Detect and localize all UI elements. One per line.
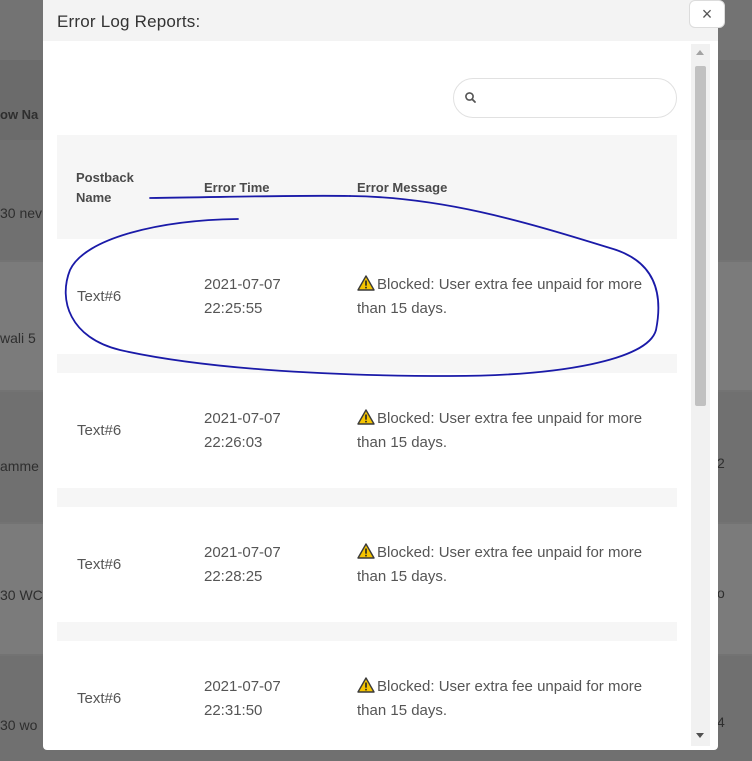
error-clock-time: 22:26:03 (204, 434, 263, 451)
error-message-text: Blocked: User extra fee unpaid for more … (357, 678, 643, 719)
column-header-error-message[interactable]: Error Message (357, 178, 447, 198)
warning-icon (357, 409, 375, 425)
error-log-modal: Error Log Reports: Postback Name Error T… (43, 0, 718, 750)
error-date: 2021-07-07 (204, 276, 281, 293)
table-row[interactable]: Text#6 2021-07-07 22:28:25 Blocked: User… (57, 507, 677, 622)
postback-name-cell: Text#6 (77, 556, 122, 573)
search-input[interactable] (486, 87, 670, 111)
table-header: Postback Name Error Time Error Message (57, 135, 677, 238)
bg-cell-label: amme (0, 458, 39, 474)
scroll-up-arrow-icon[interactable] (696, 50, 704, 55)
scroll-down-arrow-icon[interactable] (696, 733, 704, 738)
error-clock-time: 22:31:50 (204, 702, 263, 719)
error-message-text: Blocked: User extra fee unpaid for more … (357, 276, 643, 317)
error-date: 2021-07-07 (204, 544, 281, 561)
bg-cell-label: 30 nev (0, 205, 43, 221)
error-message-cell: Blocked: User extra fee unpaid for more … (357, 273, 657, 321)
table-row[interactable]: Text#6 2021-07-07 22:31:50 Blocked: User… (57, 641, 677, 750)
bg-right-label: o (717, 585, 725, 601)
error-log-table: Postback Name Error Time Error Message T… (57, 135, 677, 750)
modal-title: Error Log Reports: (57, 12, 201, 31)
error-clock-time: 22:25:55 (204, 300, 263, 317)
error-time-cell: 2021-07-07 22:25:55 (204, 273, 334, 321)
error-message-cell: Blocked: User extra fee unpaid for more … (357, 541, 657, 589)
warning-icon (357, 543, 375, 559)
close-icon: × (701, 3, 713, 24)
close-button[interactable]: × (689, 0, 725, 28)
postback-name-cell: Text#6 (77, 690, 122, 707)
bg-right-label: 4 (717, 714, 725, 730)
error-date: 2021-07-07 (204, 410, 281, 427)
search-box[interactable] (453, 78, 677, 118)
scrollbar-thumb[interactable] (695, 66, 706, 406)
column-header-error-time[interactable]: Error Time (204, 178, 270, 198)
error-time-cell: 2021-07-07 22:31:50 (204, 675, 334, 723)
bg-cell-label: 30 WC (0, 587, 43, 603)
postback-name-cell: Text#6 (77, 422, 122, 439)
modal-header: Error Log Reports: (43, 0, 718, 41)
error-time-cell: 2021-07-07 22:28:25 (204, 541, 334, 589)
postback-name-cell: Text#6 (77, 288, 122, 305)
error-clock-time: 22:28:25 (204, 568, 263, 585)
warning-icon (357, 677, 375, 693)
column-header-line: Postback (76, 170, 134, 185)
bg-cell-label: 30 wo (0, 717, 38, 733)
column-header-postback-name[interactable]: Postback Name (76, 168, 134, 208)
table-row[interactable]: Text#6 2021-07-07 22:26:03 Blocked: User… (57, 373, 677, 488)
error-date: 2021-07-07 (204, 678, 281, 695)
error-message-text: Blocked: User extra fee unpaid for more … (357, 410, 643, 451)
search-icon (465, 92, 476, 103)
error-message-cell: Blocked: User extra fee unpaid for more … (357, 407, 657, 455)
modal-scrollbar[interactable] (691, 44, 710, 746)
error-message-text: Blocked: User extra fee unpaid for more … (357, 544, 643, 585)
table-row[interactable]: Text#6 2021-07-07 22:25:55 Blocked: User… (57, 239, 677, 354)
bg-cell-label: wali 5 (0, 330, 36, 346)
error-time-cell: 2021-07-07 22:26:03 (204, 407, 334, 455)
bg-column-label: ow Na (0, 107, 39, 122)
bg-right-label: 2 (717, 455, 725, 471)
column-header-line: Name (76, 190, 112, 205)
warning-icon (357, 275, 375, 291)
error-message-cell: Blocked: User extra fee unpaid for more … (357, 675, 657, 723)
